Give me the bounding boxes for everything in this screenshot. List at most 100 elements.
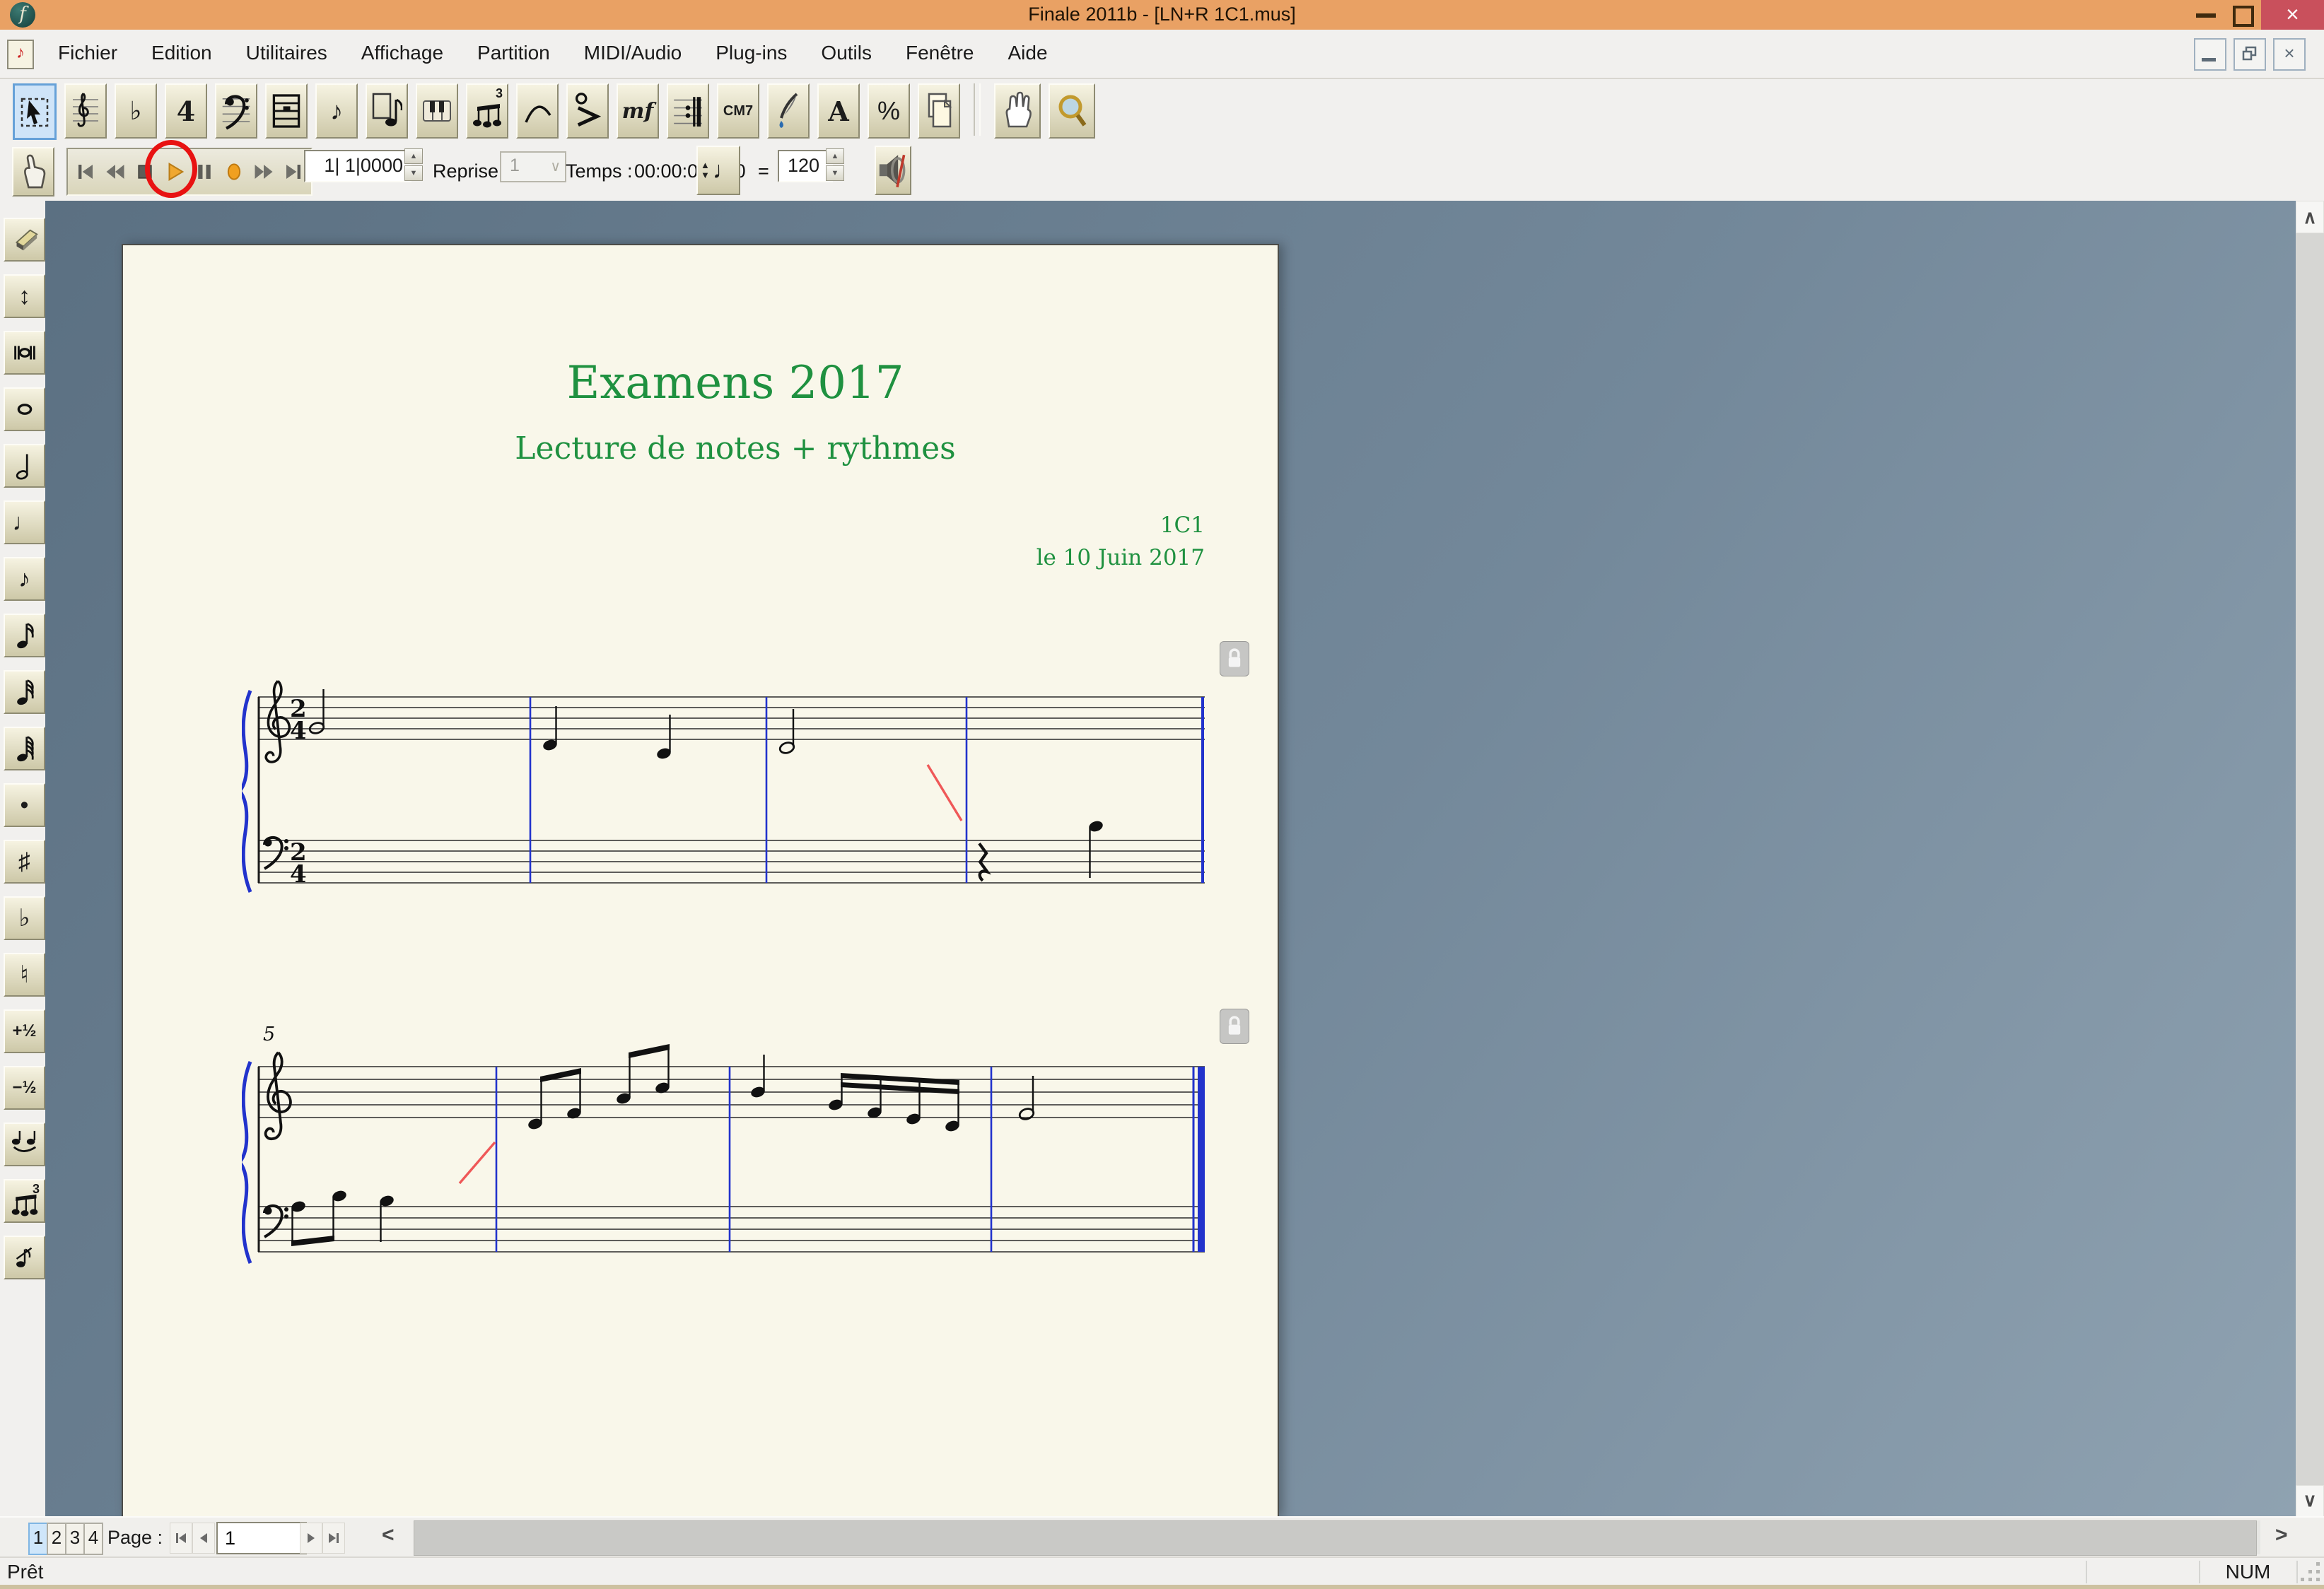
scroll-up-icon[interactable]: ∧	[2296, 201, 2324, 233]
articulation-tool-button[interactable]	[566, 83, 609, 139]
tempo-equals: =	[758, 141, 769, 201]
vertical-scrollbar[interactable]: ∧ ∨	[2296, 201, 2324, 1516]
menu-item-midi-audio[interactable]: MIDI/Audio	[567, 30, 699, 76]
counter-spin-up-icon[interactable]: ▲	[404, 148, 423, 164]
page-layout-tool-button[interactable]	[918, 83, 960, 139]
time-signature-tool-icon: 4	[177, 95, 195, 127]
menu-item-partition[interactable]: Partition	[460, 30, 567, 76]
playback-settings-button[interactable]	[12, 147, 54, 197]
page-button-3[interactable]: 3	[65, 1523, 85, 1555]
staff-system-2[interactable]: 5	[242, 1016, 1218, 1298]
scroll-down-icon[interactable]: ∨	[2296, 1485, 2324, 1518]
staff-system-1[interactable]: 2 4 2 4	[242, 638, 1218, 913]
eighth-note-button[interactable]: ♪	[4, 557, 45, 601]
menu-item-fen-tre[interactable]: Fenêtre	[889, 30, 991, 76]
grace-note-button[interactable]	[4, 1236, 45, 1279]
natural-button[interactable]: ♮	[4, 953, 45, 997]
scroll-right-icon[interactable]: >	[2275, 1523, 2288, 1547]
first-page-button[interactable]	[170, 1523, 192, 1554]
menu-item-fichier[interactable]: Fichier	[41, 30, 134, 76]
simple-entry-palette: ↕ ♩ ♪ • ♯ ♭ ♮ +½ −½ 3	[0, 201, 47, 1516]
expression-tool-button[interactable]: mf	[617, 83, 659, 139]
reprise-select[interactable]: 1 ∨	[500, 151, 566, 182]
next-page-button[interactable]	[300, 1523, 322, 1554]
resize-grip[interactable]	[2301, 1562, 2322, 1583]
repitch-tool-button[interactable]: ↕	[4, 274, 45, 318]
double-whole-note-button[interactable]	[4, 331, 45, 375]
menu-item-utilitaires[interactable]: Utilitaires	[229, 30, 344, 76]
stop-button[interactable]	[134, 156, 156, 188]
counter-spin-down-icon[interactable]: ▼	[404, 165, 423, 181]
tie-button[interactable]	[4, 1122, 45, 1166]
sixteenth-note-button[interactable]	[4, 614, 45, 657]
staff-tool-button[interactable]	[64, 83, 107, 139]
zoom-tool-button[interactable]	[1049, 83, 1095, 139]
lyrics-tool-button[interactable]: A	[817, 83, 860, 139]
previous-page-button[interactable]	[192, 1523, 215, 1554]
fast-forward-button[interactable]	[252, 156, 275, 188]
special-tools-button[interactable]	[767, 83, 810, 139]
window-title: Finale 2011b - [LN+R 1C1.mus]	[1028, 4, 1295, 25]
half-note-button[interactable]	[4, 444, 45, 488]
half-step-down-button[interactable]: −½	[4, 1066, 45, 1110]
page-button-1[interactable]: 1	[28, 1523, 48, 1555]
tempo-input[interactable]: 120	[778, 150, 833, 182]
measure-tool-button[interactable]	[265, 83, 308, 139]
playback-position-counter[interactable]: 1| 1|0000	[304, 150, 411, 182]
speedy-entry-tool-button[interactable]	[366, 83, 408, 139]
play-button[interactable]	[163, 156, 186, 188]
horizontal-scrollbar[interactable]	[414, 1520, 2260, 1554]
page-number-input[interactable]	[216, 1522, 307, 1554]
sharp-button[interactable]: ♯	[4, 840, 45, 884]
pause-button[interactable]	[193, 156, 216, 188]
quarter-note-button[interactable]: ♩	[4, 500, 45, 544]
key-signature-tool-button[interactable]: ♭	[115, 83, 157, 139]
smart-shape-tool-button[interactable]	[516, 83, 559, 139]
mdi-restore-button[interactable]	[2234, 38, 2266, 71]
window-close-button[interactable]: ×	[2261, 0, 2324, 30]
go-to-beginning-button[interactable]	[74, 156, 97, 188]
menu-item-aide[interactable]: Aide	[991, 30, 1065, 76]
simple-entry-tool-button[interactable]: ♪	[315, 83, 358, 139]
audio-output-button[interactable]	[875, 146, 911, 195]
horizontal-scrollbar-thumb[interactable]	[414, 1520, 2257, 1556]
mirror-tool-button[interactable]: %	[868, 83, 910, 139]
selection-tool-button[interactable]	[13, 83, 57, 140]
expression-tool-icon: mf	[622, 99, 654, 124]
go-to-end-button[interactable]	[282, 156, 305, 188]
tempo-spin-down-icon[interactable]: ▼	[826, 165, 844, 181]
augmentation-dot-button[interactable]: •	[4, 783, 45, 827]
page-button-2[interactable]: 2	[47, 1523, 66, 1555]
tuplet-button[interactable]: 3	[4, 1179, 45, 1223]
sixty-fourth-note-button[interactable]	[4, 727, 45, 770]
tempo-spinner: ▲ ▼	[826, 148, 844, 181]
repeat-tool-button[interactable]	[667, 83, 709, 139]
window-maximize-button[interactable]	[2233, 6, 2254, 27]
tuplet-tool-button[interactable]: 3	[466, 83, 508, 139]
whole-note-button[interactable]	[4, 387, 45, 431]
tempo-spin-up-icon[interactable]: ▲	[826, 148, 844, 164]
page-button-4[interactable]: 4	[83, 1523, 103, 1555]
menu-item-plug-ins[interactable]: Plug-ins	[699, 30, 804, 76]
menu-item-outils[interactable]: Outils	[804, 30, 889, 76]
mdi-close-button[interactable]: ×	[2273, 38, 2306, 71]
score-view[interactable]: Examens 2017 Lecture de notes + rythmes …	[45, 201, 2296, 1516]
scroll-left-icon[interactable]: <	[382, 1523, 395, 1547]
clef-tool-button[interactable]	[215, 83, 257, 139]
time-signature-tool-button[interactable]: 4	[165, 83, 207, 139]
eraser-tool-button[interactable]	[4, 218, 45, 262]
hyperscribe-tool-button[interactable]	[416, 83, 458, 139]
rewind-button[interactable]	[104, 156, 127, 188]
last-page-button[interactable]	[322, 1523, 345, 1554]
half-step-up-button[interactable]: +½	[4, 1009, 45, 1053]
record-button[interactable]	[223, 156, 245, 188]
menu-item-edition[interactable]: Edition	[134, 30, 229, 76]
thirty-second-note-button[interactable]	[4, 670, 45, 714]
mdi-minimize-button[interactable]	[2194, 38, 2226, 71]
menu-item-affichage[interactable]: Affichage	[344, 30, 460, 76]
tempo-note-value-button[interactable]: ▲ ▼ ♩	[696, 146, 740, 195]
flat-button[interactable]: ♭	[4, 896, 45, 940]
hand-grabber-tool-button[interactable]	[994, 83, 1041, 139]
window-minimize-button[interactable]	[2196, 13, 2216, 18]
chord-tool-button[interactable]: CM7	[717, 83, 759, 139]
